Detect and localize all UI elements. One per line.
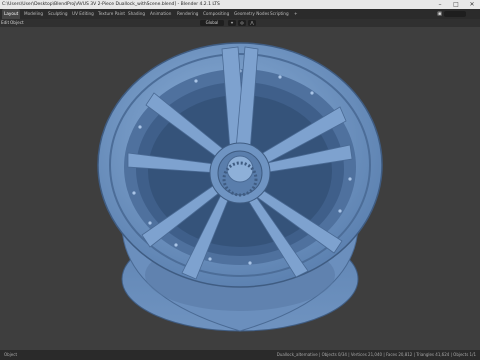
window-title-bar: C:\Users\User\Desktop\BlendProj\AVUS 3V …: [0, 0, 480, 9]
tab-scripting[interactable]: Scripting: [268, 9, 291, 19]
tab-animation[interactable]: Animation: [148, 9, 173, 19]
tab-compositing[interactable]: Compositing: [201, 9, 231, 19]
window-title: C:\Users\User\Desktop\BlendProj\AVUS 3V …: [2, 2, 220, 7]
close-button[interactable]: ✕: [464, 0, 480, 9]
proportional-edit-icon[interactable]: ◎: [238, 20, 246, 26]
tab-modeling[interactable]: Modeling: [22, 9, 45, 19]
add-workspace-button[interactable]: +: [292, 9, 300, 19]
viewport-header: Edit Object Global ⌖ ◎ ⋀: [0, 19, 480, 27]
orientation-label: Global: [205, 20, 219, 25]
minimize-button[interactable]: –: [432, 0, 448, 9]
3d-viewport[interactable]: [0, 27, 480, 350]
scene-selector[interactable]: [444, 11, 466, 17]
tab-rendering[interactable]: Rendering: [175, 9, 200, 19]
tab-shading[interactable]: Shading: [126, 9, 147, 19]
scene-icon[interactable]: ▣: [437, 9, 442, 19]
pivot-icon[interactable]: ⋀: [248, 20, 256, 26]
status-left: Object: [4, 352, 18, 357]
object-menu[interactable]: Object: [10, 19, 24, 27]
edit-menu[interactable]: Edit: [1, 19, 9, 27]
orientation-dropdown[interactable]: Global: [200, 20, 224, 26]
wheel-render: [97, 42, 383, 332]
wheel-hub: [209, 142, 271, 204]
tab-texture-paint[interactable]: Texture Paint: [96, 9, 127, 19]
tab-geometry-nodes[interactable]: Geometry Nodes: [232, 9, 271, 19]
status-stats: Duallock_alternative | Objects 0/34 | Ve…: [276, 352, 476, 357]
tab-layout[interactable]: Layout: [2, 9, 21, 19]
tab-sculpting[interactable]: Sculpting: [46, 9, 70, 19]
snap-icon[interactable]: ⌖: [228, 20, 236, 26]
status-bar: Object Duallock_alternative | Objects 0/…: [0, 350, 480, 360]
maximize-button[interactable]: □: [448, 0, 464, 9]
tab-uv-editing[interactable]: UV Editing: [70, 9, 96, 19]
workspace-tabs-bar: Layout Modeling Sculpting UV Editing Tex…: [0, 9, 480, 19]
